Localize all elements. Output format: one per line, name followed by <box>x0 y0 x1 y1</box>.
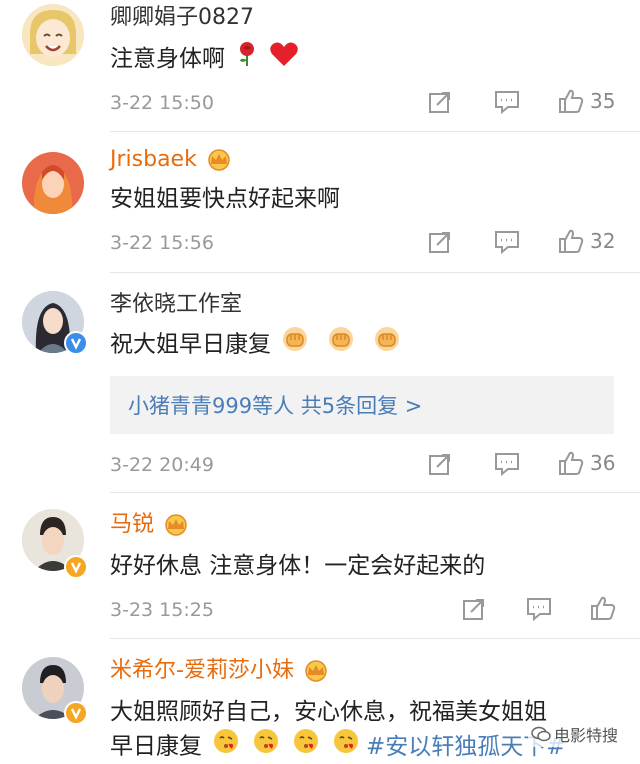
fist-icon <box>327 325 355 365</box>
like-button[interactable]: 32 <box>558 228 615 254</box>
forward-button[interactable] <box>428 90 452 114</box>
comment-icon <box>495 453 519 476</box>
forward-icon <box>429 232 450 253</box>
comment-item: Jrisbaek 安姐姐要快点好起来啊 3-22 15:56 32 <box>0 132 640 272</box>
username[interactable]: 李依晓工作室 <box>110 291 242 319</box>
username-text: 马锐 <box>110 512 155 537</box>
username[interactable]: 米希尔-爱莉莎小妹 <box>110 657 330 685</box>
comment-icon <box>527 598 551 621</box>
forward-button[interactable] <box>428 452 452 476</box>
vip-crown-icon <box>205 149 233 171</box>
blowing-kiss-icon <box>252 727 280 764</box>
like-count: 35 <box>590 89 616 113</box>
comment-text-content: 早日康复 <box>110 733 202 760</box>
watermark-text: 电影特搜 <box>554 726 619 745</box>
comment-text: 好好休息 注意身体！一定会好起来的 <box>110 553 486 579</box>
comment-button[interactable] <box>494 452 520 476</box>
thumbs-up-icon <box>559 451 584 475</box>
forward-icon <box>429 454 450 475</box>
forward-button[interactable] <box>462 597 486 621</box>
comment-item: 李依晓工作室 祝大姐早日康复 小猪青青999等人 共5条回复 > 3-22 20… <box>0 273 640 492</box>
comment-text-content: 注意身体啊 <box>110 46 225 72</box>
comment-button[interactable] <box>494 90 520 114</box>
verified-badge-icon <box>64 331 88 355</box>
comment-text: 安姐姐要快点好起来啊 <box>110 186 340 212</box>
avatar[interactable] <box>22 152 84 214</box>
vip-crown-icon <box>162 514 190 536</box>
timestamp: 3-22 15:50 <box>110 92 214 114</box>
forward-icon <box>429 92 450 113</box>
thumbs-up-icon <box>559 89 584 113</box>
comment-item: 马锐 好好休息 注意身体！一定会好起来的 3-23 15:25 <box>0 493 640 638</box>
comment-item: 卿卿娟子0827 注意身体啊 3-22 15:50 35 <box>0 0 640 131</box>
rose-icon <box>235 41 259 79</box>
fist-icon <box>373 325 401 365</box>
like-count: 32 <box>590 229 616 253</box>
comment-button[interactable] <box>494 230 520 254</box>
comment-text: 注意身体啊 <box>110 40 299 79</box>
username[interactable]: 马锐 <box>110 511 190 539</box>
reply-summary[interactable]: 小猪青青999等人 共5条回复 > <box>110 376 614 434</box>
vip-crown-icon <box>302 660 330 682</box>
verified-badge-icon <box>64 555 88 579</box>
comment-icon <box>495 231 519 254</box>
red-heart-icon <box>269 41 299 79</box>
like-count: 36 <box>590 451 616 475</box>
blowing-kiss-icon <box>212 727 240 764</box>
like-button[interactable]: 35 <box>558 88 615 114</box>
forward-icon <box>463 599 484 620</box>
username-text: 米希尔-爱莉莎小妹 <box>110 658 294 683</box>
watermark: 电影特搜 <box>528 721 622 747</box>
comment-text: 早日康复 #安以轩独孤天下# <box>110 727 566 764</box>
avatar[interactable] <box>22 4 84 66</box>
blowing-kiss-icon <box>292 727 320 764</box>
like-button[interactable] <box>590 595 622 621</box>
comment-text: 祝大姐早日康复 <box>110 325 401 365</box>
thumbs-up-icon <box>559 229 584 253</box>
comment-text-content: 祝大姐早日康复 <box>110 331 271 358</box>
username-text: Jrisbaek <box>110 147 197 172</box>
comment-button[interactable] <box>526 597 552 621</box>
thumbs-up-icon <box>591 596 616 620</box>
blowing-kiss-icon <box>332 727 360 764</box>
comment-text: 大姐照顾好自己，安心休息，祝福美女姐姐 <box>110 699 547 725</box>
wechat-icon <box>531 726 551 742</box>
username[interactable]: 卿卿娟子0827 <box>110 4 254 32</box>
reply-summary-link[interactable]: 小猪青青999等人 共5条回复 > <box>128 390 422 420</box>
forward-button[interactable] <box>428 230 452 254</box>
verified-badge-icon <box>64 701 88 725</box>
comment-icon <box>495 91 519 114</box>
fist-icon <box>281 325 309 365</box>
like-button[interactable]: 36 <box>558 450 615 476</box>
username[interactable]: Jrisbaek <box>110 146 233 174</box>
timestamp: 3-23 15:25 <box>110 599 214 621</box>
timestamp: 3-22 15:56 <box>110 232 214 254</box>
timestamp: 3-22 20:49 <box>110 454 214 476</box>
